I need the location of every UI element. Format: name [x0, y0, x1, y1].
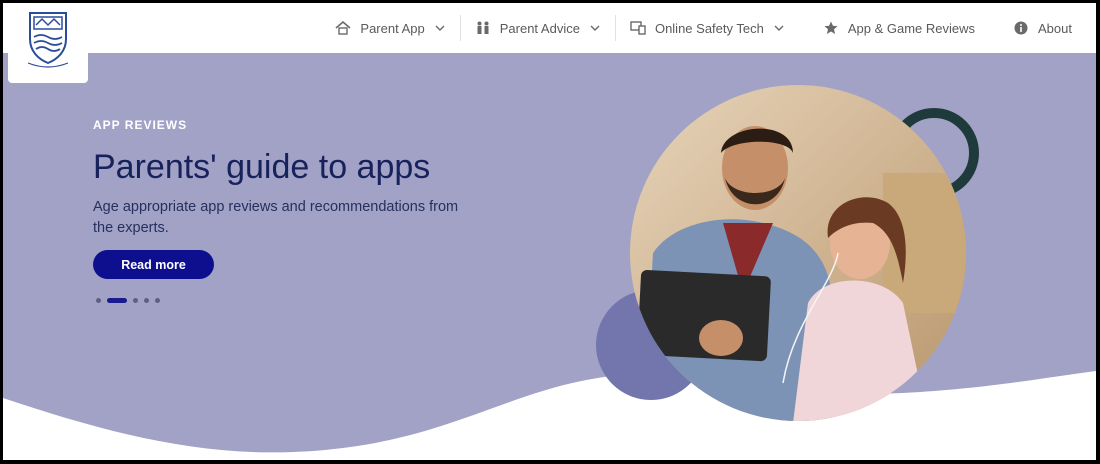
nav-item-about[interactable]: About [999, 15, 1096, 41]
carousel-dot-1[interactable] [96, 298, 101, 303]
carousel-dot-2[interactable] [107, 298, 127, 303]
carousel-dots [96, 298, 160, 303]
house-icon [335, 20, 351, 36]
nav-item-label: App & Game Reviews [847, 20, 976, 36]
page-frame: APP REVIEWS Parents' guide to apps Age a… [3, 3, 1096, 460]
hero-title: Parents' guide to apps [93, 148, 431, 186]
nav-item-label: Parent Advice [499, 20, 580, 36]
school-logo[interactable] [8, 3, 88, 83]
chevron-down-icon [589, 22, 601, 34]
carousel-dot-5[interactable] [155, 298, 160, 303]
hero-subtitle: Age appropriate app reviews and recommen… [93, 199, 459, 236]
carousel-dot-3[interactable] [133, 298, 138, 303]
nav-item-parent-app[interactable]: Parent App [321, 15, 461, 41]
chevron-down-icon [773, 22, 785, 34]
nav-item-parent-advice[interactable]: Parent Advice [461, 15, 616, 41]
read-more-button[interactable]: Read more [93, 250, 214, 279]
info-icon [1013, 20, 1029, 36]
nav-item-label: Online Safety Tech [654, 20, 764, 36]
devices-icon [630, 20, 646, 36]
school-crest-icon [27, 12, 69, 68]
star-icon [823, 20, 839, 36]
carousel-dot-4[interactable] [144, 298, 149, 303]
nav-item-online-safety-tech[interactable]: Online Safety Tech [616, 15, 799, 41]
family-icon [475, 20, 491, 36]
hero-eyebrow: APP REVIEWS [93, 118, 188, 132]
main-nav: Parent App Parent Advice Online Safety T… [321, 3, 1096, 53]
top-navigation-bar: Parent App Parent Advice Online Safety T… [3, 3, 1096, 53]
hero-banner: APP REVIEWS Parents' guide to apps Age a… [3, 53, 1096, 460]
nav-item-label: Parent App [360, 20, 425, 36]
nav-item-label: About [1038, 20, 1072, 36]
nav-item-app-game-reviews[interactable]: App & Game Reviews [809, 15, 989, 41]
chevron-down-icon [434, 22, 446, 34]
